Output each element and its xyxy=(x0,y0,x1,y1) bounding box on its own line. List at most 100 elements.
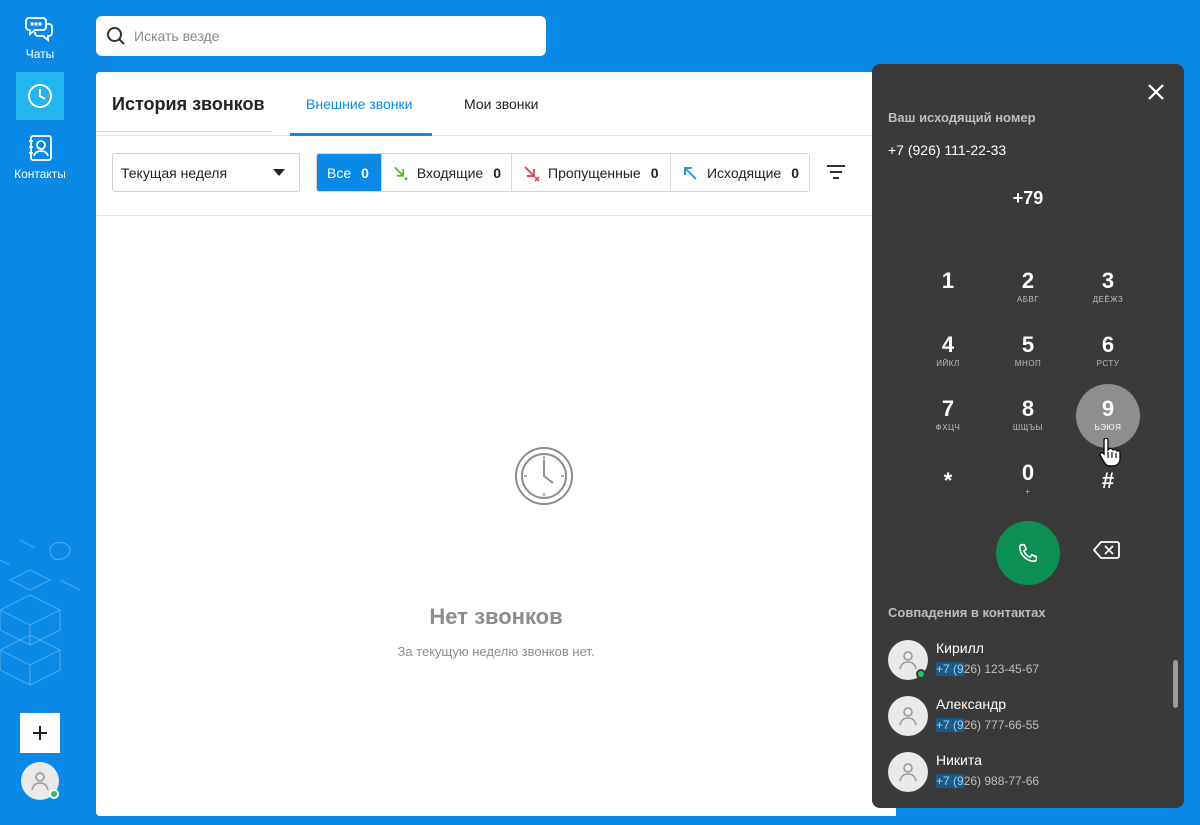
caret-down-icon xyxy=(273,169,285,176)
empty-clock-icon xyxy=(515,447,573,505)
key-digit: 4 xyxy=(941,332,955,357)
key-2[interactable]: 2 АБВГ xyxy=(996,256,1060,320)
filter-bar: Текущая неделя Все 0 Входящие 0 Пропущен… xyxy=(96,136,896,216)
user-icon xyxy=(31,772,49,791)
tab-external-calls[interactable]: Внешние звонки xyxy=(306,96,412,112)
sidebar-item-call-history[interactable] xyxy=(16,72,64,120)
add-button[interactable] xyxy=(20,713,60,753)
key-letters: + xyxy=(1025,487,1031,496)
filter-label: Исходящие xyxy=(706,164,782,181)
title-divider xyxy=(96,131,273,132)
user-icon xyxy=(899,651,917,670)
outgoing-number-label: Ваш исходящий номер xyxy=(888,110,1036,125)
page-title: История звонков xyxy=(112,94,265,114)
contact-item[interactable]: Александр +7 (926) 777-66-55 xyxy=(888,696,1158,740)
key-3[interactable]: 3 ДЕЁЖЗ xyxy=(1076,256,1140,320)
key-letters: АБВГ xyxy=(1016,295,1040,304)
key-8[interactable]: 8 ШЩЪЫ xyxy=(996,384,1060,448)
incoming-arrow-icon xyxy=(394,166,408,180)
key-4[interactable]: 4 ИЙКЛ xyxy=(916,320,980,384)
contact-phone: +7 (926) 123-45-67 xyxy=(936,662,1039,676)
key-6[interactable]: 6 РСТУ xyxy=(1076,320,1140,384)
key-letters: ИЙКЛ xyxy=(936,359,960,368)
key-letters: МНОП xyxy=(1014,359,1042,368)
key-digit: * xyxy=(943,468,953,493)
contact-avatar xyxy=(888,640,928,680)
sidebar-item-label: Чаты xyxy=(25,47,55,61)
contact-name: Никита xyxy=(936,752,982,768)
key-digit: 7 xyxy=(941,396,955,421)
filter-list-icon[interactable] xyxy=(826,163,846,181)
call-button[interactable] xyxy=(996,521,1060,585)
empty-state-subtitle: За текущую неделю звонков нет. xyxy=(397,644,595,659)
key-digit: 8 xyxy=(1021,396,1035,421)
key-1[interactable]: 1 xyxy=(916,256,980,320)
key-7[interactable]: 7 ФХЦЧ xyxy=(916,384,980,448)
search-icon xyxy=(107,27,125,45)
contact-name: Кирилл xyxy=(936,640,984,656)
phone-rest: 26) 777-66-55 xyxy=(963,718,1040,732)
call-type-filter: Все 0 Входящие 0 Пропущенные 0 Исходящие… xyxy=(316,153,810,192)
contact-avatar xyxy=(888,696,928,736)
filter-label: Пропущенные xyxy=(548,164,641,181)
key-digit: 1 xyxy=(941,268,955,293)
outgoing-arrow-icon xyxy=(683,166,697,180)
filter-label: Все xyxy=(327,164,352,181)
close-icon[interactable] xyxy=(1146,82,1166,102)
clock-icon xyxy=(28,84,52,108)
key-digit: 3 xyxy=(1101,268,1115,293)
key-digit: 9 xyxy=(1101,396,1115,421)
key-letters: РСТУ xyxy=(1096,359,1120,368)
filter-count: 0 xyxy=(361,164,369,181)
contact-phone: +7 (926) 777-66-55 xyxy=(936,718,1039,732)
global-search[interactable] xyxy=(96,16,546,56)
filter-missed-button[interactable]: Пропущенные 0 xyxy=(512,154,671,191)
online-status-dot xyxy=(916,669,926,679)
key-5[interactable]: 5 МНОП xyxy=(996,320,1060,384)
filter-outgoing-button[interactable]: Исходящие 0 xyxy=(671,154,809,191)
decorative-illustration xyxy=(0,539,81,686)
call-history-panel: История звонков Внешние звонки Мои звонк… xyxy=(96,72,896,816)
phone-match-highlight: +7 (9 xyxy=(936,662,964,676)
hand-cursor-icon xyxy=(1099,438,1121,467)
plus-icon xyxy=(33,726,47,740)
key-digit: # xyxy=(1101,468,1115,493)
key-digit: 0 xyxy=(1021,460,1035,485)
key-letters: ДЕЁЖЗ xyxy=(1092,295,1124,304)
contact-item[interactable]: Никита +7 (926) 988-77-66 xyxy=(888,752,1158,796)
panel-header: История звонков Внешние звонки Мои звонк… xyxy=(96,72,896,136)
contact-name: Александр xyxy=(936,696,1007,712)
phone-match-highlight: +7 (9 xyxy=(936,774,964,788)
period-select-value: Текущая неделя xyxy=(121,164,228,181)
key-digit: 5 xyxy=(1021,332,1035,357)
contacts-scrollbar[interactable] xyxy=(1173,660,1178,708)
key-0[interactable]: 0 + xyxy=(996,448,1060,512)
outgoing-number[interactable]: +7 (926) 111-22-33 xyxy=(888,142,1006,158)
chats-icon xyxy=(25,17,53,42)
search-input[interactable] xyxy=(134,28,514,44)
sidebar-item-chats[interactable]: Чаты xyxy=(0,14,80,61)
contact-matches-label: Совпадения в контактах xyxy=(888,605,1046,620)
key-digit: 2 xyxy=(1021,268,1035,293)
dial-input-value[interactable]: +79 xyxy=(872,188,1184,209)
filter-count: 0 xyxy=(650,164,659,181)
phone-icon xyxy=(1018,543,1038,563)
sidebar-item-label: Контакты xyxy=(14,167,66,181)
filter-all-button[interactable]: Все 0 xyxy=(317,154,382,191)
left-rail: Чаты Контакты xyxy=(0,0,81,825)
phone-match-highlight: +7 (9 xyxy=(936,718,964,732)
filter-incoming-button[interactable]: Входящие 0 xyxy=(382,154,512,191)
contact-avatar xyxy=(888,752,928,792)
tab-my-calls[interactable]: Мои звонки xyxy=(464,96,538,112)
backspace-icon[interactable] xyxy=(1092,540,1120,560)
key-digit: 6 xyxy=(1101,332,1115,357)
dialer-panel: Ваш исходящий номер +7 (926) 111-22-33 +… xyxy=(872,64,1184,808)
period-select[interactable]: Текущая неделя xyxy=(112,153,300,192)
contact-phone: +7 (926) 988-77-66 xyxy=(936,774,1039,788)
key-star[interactable]: * xyxy=(916,448,980,512)
contact-item[interactable]: Кирилл +7 (926) 123-45-67 xyxy=(888,640,1158,684)
user-avatar[interactable] xyxy=(21,762,59,800)
phone-rest: 26) 988-77-66 xyxy=(963,774,1040,788)
sidebar-item-contacts[interactable]: Контакты xyxy=(0,134,80,181)
key-letters: ШЩЪЫ xyxy=(1012,423,1044,432)
